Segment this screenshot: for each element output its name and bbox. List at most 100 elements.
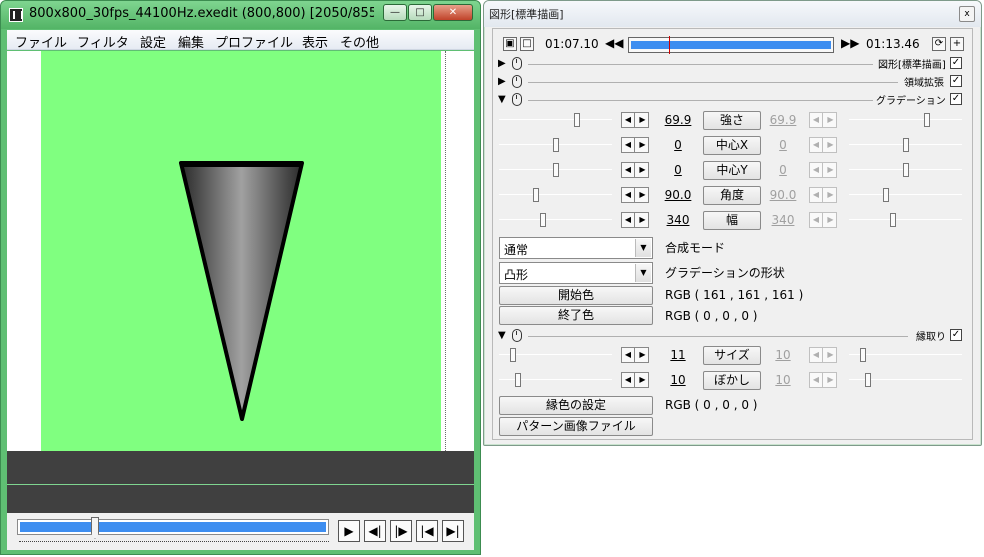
arrow-left-icon[interactable]: ◀ xyxy=(810,348,823,362)
arrow-right-icon[interactable]: ▶ xyxy=(824,213,837,227)
menu-file[interactable]: ファイル xyxy=(15,32,67,51)
param-name-button[interactable]: 中心Y xyxy=(703,161,761,180)
arrow-left-icon[interactable]: ◀ xyxy=(810,373,823,387)
menu-edit[interactable]: 編集 xyxy=(178,32,204,51)
param-value-start[interactable]: 90.0 xyxy=(663,188,693,202)
arrow-right-icon[interactable]: ▶ xyxy=(824,138,837,152)
play-button[interactable]: ▶ xyxy=(338,520,360,542)
outline-color-button[interactable]: 縁色の設定 xyxy=(499,396,653,415)
section-gradient[interactable]: ▼ グラデーション ✓ xyxy=(498,93,968,107)
param-value-start[interactable]: 69.9 xyxy=(663,113,693,127)
prev-frame-button[interactable]: ◀| xyxy=(364,520,386,542)
go-end-button[interactable]: ▶| xyxy=(442,520,464,542)
settings-title-bar[interactable]: 図形[標準描画] x xyxy=(484,1,981,27)
param-stepper-end[interactable]: ◀ ▶ xyxy=(809,347,837,363)
param-stepper-start[interactable]: ◀ ▶ xyxy=(621,212,649,228)
collapse-icon[interactable]: ▼ xyxy=(498,94,506,106)
param-slider-end[interactable] xyxy=(849,138,962,152)
cone-shape[interactable] xyxy=(41,51,441,451)
next-frame-button[interactable]: |▶ xyxy=(390,520,412,542)
param-slider-end[interactable] xyxy=(849,213,962,227)
param-stepper-start[interactable]: ◀ ▶ xyxy=(621,347,649,363)
next-keyframe-button[interactable]: ▶▶ xyxy=(841,37,859,51)
arrow-right-icon[interactable]: ▶ xyxy=(636,138,649,152)
param-value-start[interactable]: 0 xyxy=(663,138,693,152)
arrow-left-icon[interactable]: ◀ xyxy=(622,113,635,127)
param-slider-start[interactable] xyxy=(499,188,612,202)
loop-button[interactable]: ⟳ xyxy=(932,37,946,51)
arrow-left-icon[interactable]: ◀ xyxy=(622,373,635,387)
param-name-button[interactable]: 強さ xyxy=(703,111,761,130)
param-value-start[interactable]: 340 xyxy=(663,213,693,227)
seek-bar[interactable] xyxy=(17,519,329,535)
param-stepper-end[interactable]: ◀ ▶ xyxy=(809,187,837,203)
param-slider-start[interactable] xyxy=(499,138,612,152)
param-value-end[interactable]: 340 xyxy=(768,213,798,227)
arrow-left-icon[interactable]: ◀ xyxy=(810,188,823,202)
section-shape[interactable]: ▶ 図形[標準描画] ✓ xyxy=(498,57,968,71)
arrow-right-icon[interactable]: ▶ xyxy=(824,113,837,127)
time-bar[interactable] xyxy=(628,36,834,54)
seek-thumb[interactable] xyxy=(91,517,99,539)
arrow-right-icon[interactable]: ▶ xyxy=(824,348,837,362)
expand-icon[interactable]: ▶ xyxy=(498,58,506,70)
section-shape-checkbox[interactable]: ✓ xyxy=(950,57,962,69)
prev-keyframe-button[interactable]: ◀◀ xyxy=(605,37,623,51)
settings-close-button[interactable]: x xyxy=(959,6,975,22)
param-slider-end[interactable] xyxy=(849,373,962,387)
param-value-start[interactable]: 11 xyxy=(663,348,693,362)
param-name-button[interactable]: サイズ xyxy=(703,346,761,365)
menu-settings[interactable]: 設定 xyxy=(140,32,166,51)
param-slider-start[interactable] xyxy=(499,163,612,177)
image-icon[interactable]: □ xyxy=(520,37,534,51)
arrow-left-icon[interactable]: ◀ xyxy=(810,213,823,227)
section-outline-checkbox[interactable]: ✓ xyxy=(950,329,962,341)
arrow-left-icon[interactable]: ◀ xyxy=(810,138,823,152)
param-value-start[interactable]: 0 xyxy=(663,163,693,177)
param-name-button[interactable]: 幅 xyxy=(703,211,761,230)
param-slider-end[interactable] xyxy=(849,163,962,177)
arrow-right-icon[interactable]: ▶ xyxy=(636,373,649,387)
close-button[interactable]: ✕ xyxy=(433,4,473,21)
param-name-button[interactable]: ぼかし xyxy=(703,371,761,390)
param-stepper-start[interactable]: ◀ ▶ xyxy=(621,187,649,203)
arrow-left-icon[interactable]: ◀ xyxy=(622,138,635,152)
param-slider-start[interactable] xyxy=(499,373,612,387)
add-button[interactable]: + xyxy=(950,37,964,51)
param-value-end[interactable]: 69.9 xyxy=(768,113,798,127)
arrow-left-icon[interactable]: ◀ xyxy=(622,163,635,177)
arrow-right-icon[interactable]: ▶ xyxy=(824,163,837,177)
section-outline[interactable]: ▼ 縁取り ✓ xyxy=(498,329,968,343)
param-stepper-start[interactable]: ◀ ▶ xyxy=(621,162,649,178)
param-slider-end[interactable] xyxy=(849,188,962,202)
param-stepper-end[interactable]: ◀ ▶ xyxy=(809,112,837,128)
param-slider-start[interactable] xyxy=(499,113,612,127)
param-slider-start[interactable] xyxy=(499,348,612,362)
minimize-button[interactable]: — xyxy=(383,4,407,21)
arrow-right-icon[interactable]: ▶ xyxy=(824,373,837,387)
arrow-right-icon[interactable]: ▶ xyxy=(636,188,649,202)
param-stepper-end[interactable]: ◀ ▶ xyxy=(809,162,837,178)
menu-other[interactable]: その他 xyxy=(340,32,379,51)
param-stepper-end[interactable]: ◀ ▶ xyxy=(809,137,837,153)
section-gradient-checkbox[interactable]: ✓ xyxy=(950,93,962,105)
param-slider-start[interactable] xyxy=(499,213,612,227)
camera-icon[interactable]: ▣ xyxy=(503,37,517,51)
arrow-right-icon[interactable]: ▶ xyxy=(636,163,649,177)
param-stepper-start[interactable]: ◀ ▶ xyxy=(621,112,649,128)
param-value-start[interactable]: 10 xyxy=(663,373,693,387)
start-color-button[interactable]: 開始色 xyxy=(499,286,653,305)
param-name-button[interactable]: 角度 xyxy=(703,186,761,205)
pattern-file-button[interactable]: パターン画像ファイル xyxy=(499,417,653,436)
section-area[interactable]: ▶ 領域拡張 ✓ xyxy=(498,75,968,89)
menu-view[interactable]: 表示 xyxy=(302,32,328,51)
arrow-left-icon[interactable]: ◀ xyxy=(622,348,635,362)
param-value-end[interactable]: 10 xyxy=(768,348,798,362)
param-stepper-end[interactable]: ◀ ▶ xyxy=(809,212,837,228)
chevron-down-icon[interactable]: ▼ xyxy=(635,239,651,257)
menu-profile[interactable]: プロファイル xyxy=(215,32,293,51)
end-color-button[interactable]: 終了色 xyxy=(499,306,653,325)
section-area-checkbox[interactable]: ✓ xyxy=(950,75,962,87)
arrow-left-icon[interactable]: ◀ xyxy=(622,188,635,202)
preview-canvas[interactable] xyxy=(41,51,446,451)
